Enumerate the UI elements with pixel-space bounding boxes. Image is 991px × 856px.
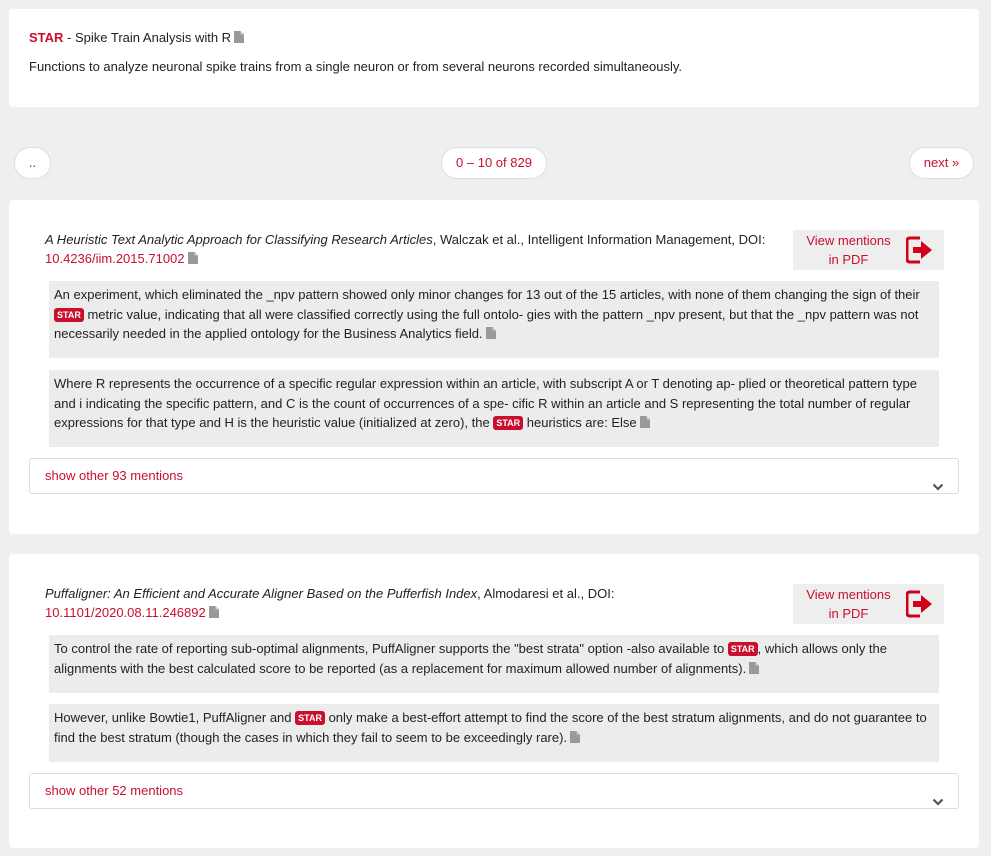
- prev-page-button[interactable]: ..: [14, 147, 51, 179]
- show-other-mentions-toggle[interactable]: show other 52 mentions: [29, 773, 959, 809]
- mention-snippet: Where R represents the occurrence of a s…: [49, 370, 939, 447]
- software-description: Functions to analyze neuronal spike trai…: [29, 59, 682, 74]
- sign-out-icon: [905, 235, 934, 265]
- show-other-mentions-label: show other 52 mentions: [45, 783, 184, 798]
- document-icon[interactable]: [485, 327, 496, 339]
- show-other-mentions-toggle[interactable]: show other 93 mentions: [29, 458, 959, 494]
- paper-card: A Heuristic Text Analytic Approach for C…: [9, 200, 979, 534]
- paper-title: A Heuristic Text Analytic Approach for C…: [45, 232, 433, 247]
- software-tag: STAR: [54, 307, 84, 322]
- software-tag: STAR: [295, 711, 325, 725]
- paper-doi-link[interactable]: 10.1101/2020.08.11.246892: [45, 605, 206, 620]
- paper-doi-link[interactable]: 10.4236/iim.2015.71002: [45, 251, 185, 266]
- snippet-text: To control the rate of reporting sub-opt…: [54, 641, 728, 656]
- snippet-text: An experiment, which eliminated the _npv…: [54, 287, 920, 302]
- view-mentions-pdf-button[interactable]: View mentions in PDF: [793, 230, 944, 270]
- mention-snippet: To control the rate of reporting sub-opt…: [49, 635, 939, 693]
- software-separator: -: [63, 30, 75, 45]
- software-title: Spike Train Analysis with R: [75, 30, 232, 45]
- chevron-down-icon: [932, 786, 944, 806]
- view-mentions-pdf-label: View mentions in PDF: [793, 231, 904, 269]
- document-icon[interactable]: [749, 661, 760, 674]
- pdf-label-line1: View mentions: [806, 587, 891, 602]
- snippet-text: Where R represents the occurrence of a s…: [54, 376, 918, 430]
- next-page-button[interactable]: next »: [909, 147, 974, 179]
- page-range: 0 – 10 of 829: [441, 147, 547, 179]
- software-name[interactable]: STAR: [29, 30, 63, 45]
- view-mentions-pdf-label: View mentions in PDF: [793, 585, 904, 623]
- paper-meta: , Walczak et al., Intelligent Informatio…: [432, 232, 766, 247]
- view-mentions-pdf-button[interactable]: View mentions in PDF: [793, 584, 944, 624]
- mention-snippet: However, unlike Bowtie1, PuffAligner and…: [49, 704, 939, 762]
- software-card: STAR - Spike Train Analysis with R Funct…: [9, 9, 979, 107]
- sign-out-icon: [905, 589, 934, 619]
- pdf-label-line1: View mentions: [806, 233, 891, 248]
- chevron-down-icon: [932, 471, 944, 491]
- document-icon[interactable]: [234, 31, 245, 43]
- paper-title: Puffaligner: An Efficient and Accurate A…: [45, 586, 478, 601]
- mention-snippet: An experiment, which eliminated the _npv…: [49, 281, 939, 358]
- show-other-mentions-label: show other 93 mentions: [45, 468, 184, 483]
- snippet-text: heuristics are: Else: [523, 415, 637, 430]
- document-icon[interactable]: [570, 730, 581, 743]
- paper-card: Puffaligner: An Efficient and Accurate A…: [9, 554, 979, 848]
- document-icon[interactable]: [639, 416, 650, 428]
- document-icon[interactable]: [187, 252, 198, 264]
- snippet-text: However, unlike Bowtie1, PuffAligner and: [54, 710, 296, 725]
- paper-citation: A Heuristic Text Analytic Approach for C…: [45, 230, 775, 268]
- software-tag: STAR: [493, 416, 524, 430]
- document-icon[interactable]: [208, 606, 219, 618]
- software-tag: STAR: [727, 642, 758, 656]
- pdf-label-line2: in PDF: [828, 252, 869, 267]
- pdf-label-line2: in PDF: [828, 606, 869, 621]
- paper-meta: , Almodaresi et al., DOI:: [477, 586, 615, 601]
- paper-citation: Puffaligner: An Efficient and Accurate A…: [45, 584, 775, 622]
- software-heading: STAR - Spike Train Analysis with R: [29, 30, 245, 46]
